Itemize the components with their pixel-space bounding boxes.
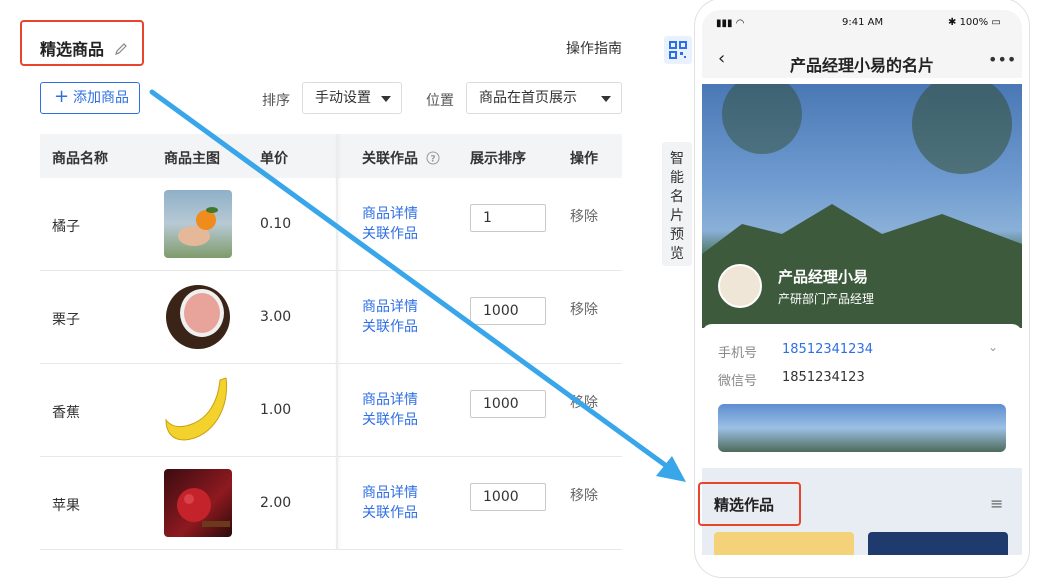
status-time: 9:41 AM — [842, 17, 884, 28]
featured-item-thumb[interactable] — [714, 532, 854, 555]
product-name: 香蕉 — [52, 405, 80, 421]
position-label: 位置 — [426, 93, 454, 109]
product-name: 栗子 — [52, 312, 80, 328]
sort-label: 排序 — [262, 93, 290, 109]
phone-number[interactable]: 18512341234 — [782, 342, 873, 357]
column-divider — [336, 134, 338, 550]
product-detail-link[interactable]: 商品详情 — [362, 483, 418, 503]
order-input[interactable]: 1 — [470, 204, 546, 232]
product-price: 3.00 — [260, 309, 292, 325]
svg-text:?: ? — [430, 155, 435, 165]
chevron-down-icon[interactable]: ⌄ — [988, 340, 998, 354]
product-price: 0.10 — [260, 216, 292, 232]
remove-button[interactable]: 移除 — [570, 299, 598, 319]
avatar — [718, 264, 762, 308]
wechat-id: 1851234123 — [782, 370, 865, 385]
remove-button[interactable]: 移除 — [570, 485, 598, 505]
plus-icon: + — [54, 86, 70, 107]
tab-char: 片 — [670, 208, 684, 224]
product-name: 橘子 — [52, 219, 80, 235]
featured-item-thumb[interactable] — [868, 532, 1008, 555]
product-detail-link[interactable]: 商品详情 — [362, 297, 418, 317]
product-price: 1.00 — [260, 402, 292, 418]
wechat-label: 微信号 — [718, 374, 758, 389]
order-input[interactable]: 1000 — [470, 483, 546, 511]
row-divider — [40, 549, 622, 550]
related-works-link[interactable]: 关联作品 — [362, 224, 418, 244]
more-icon[interactable]: ••• — [988, 50, 1016, 69]
add-product-button[interactable]: + 添加商品 — [40, 82, 140, 114]
row-divider — [40, 270, 622, 271]
tab-char: 名 — [670, 189, 684, 205]
profile-dept: 产研部门产品经理 — [778, 292, 875, 306]
product-image-orange — [164, 190, 232, 258]
page-title: 精选商品 — [40, 36, 128, 60]
product-detail-link[interactable]: 商品详情 — [362, 390, 418, 410]
caret-down-icon — [601, 96, 611, 102]
product-image-banana — [164, 376, 232, 444]
tab-char: 能 — [670, 170, 684, 186]
nav-title: 产品经理小易的名片 — [789, 56, 934, 75]
card-preview-tab[interactable]: 智 能 名 片 预 览 — [662, 142, 692, 266]
menu-icon[interactable]: ≡ — [990, 494, 1003, 513]
row-divider — [40, 456, 622, 457]
battery-status: ✱ 100% ▭ — [948, 17, 1001, 28]
order-input[interactable]: 1000 — [470, 390, 546, 418]
caret-down-icon — [381, 96, 391, 102]
profile-name: 产品经理小易 — [778, 268, 869, 286]
related-works-link[interactable]: 关联作品 — [362, 317, 418, 337]
row-divider — [40, 363, 622, 364]
col-header-name: 商品名称 — [52, 151, 108, 167]
guide-link[interactable]: 操作指南 — [566, 38, 622, 58]
related-works-link[interactable]: 关联作品 — [362, 410, 418, 430]
tab-char: 览 — [670, 246, 684, 262]
col-header-action: 操作 — [570, 151, 598, 167]
col-header-order: 展示排序 — [470, 151, 526, 167]
product-detail-link[interactable]: 商品详情 — [362, 204, 418, 224]
banner-image — [718, 404, 1006, 452]
sort-select[interactable]: 手动设置 — [302, 82, 402, 114]
table-header — [40, 134, 622, 178]
edit-pencil-icon[interactable] — [114, 42, 128, 56]
tab-char: 预 — [670, 227, 684, 243]
remove-button[interactable]: 移除 — [570, 392, 598, 412]
product-name: 苹果 — [52, 498, 80, 514]
position-select[interactable]: 商品在首页展示 — [466, 82, 622, 114]
col-header-works: 关联作品 ? — [362, 148, 440, 168]
signal-icon: ▮▮▮ ◠ — [716, 18, 745, 29]
qr-code-icon[interactable] — [664, 36, 692, 64]
featured-highlight-box — [698, 482, 801, 526]
remove-button[interactable]: 移除 — [570, 206, 598, 226]
product-image-chestnut — [164, 283, 232, 351]
product-price: 2.00 — [260, 495, 292, 511]
col-header-price: 单价 — [260, 151, 288, 167]
order-input[interactable]: 1000 — [470, 297, 546, 325]
help-icon[interactable]: ? — [426, 151, 440, 165]
phone-label: 手机号 — [718, 346, 758, 361]
related-works-link[interactable]: 关联作品 — [362, 503, 418, 523]
col-header-image: 商品主图 — [164, 151, 220, 167]
phone-screen: ▮▮▮ ◠ 9:41 AM ✱ 100% ▭ ‹ 产品经理小易的名片 ••• 产… — [702, 10, 1022, 555]
tab-char: 智 — [670, 151, 684, 167]
product-image-apple — [164, 469, 232, 537]
